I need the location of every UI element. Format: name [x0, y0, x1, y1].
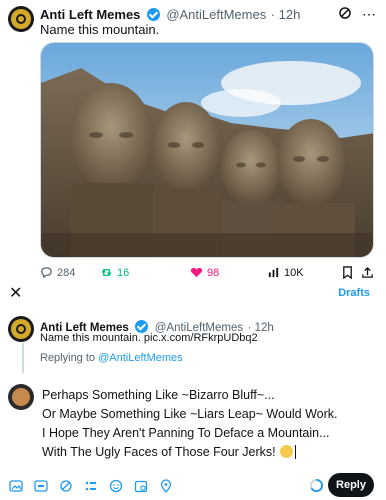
replying-to: Replying to @AntiLeftMemes [40, 352, 183, 364]
reply-line-1: Perhaps Something Like ~Bizarro Bluff~..… [42, 388, 275, 402]
replying-handle-link[interactable]: @AntiLeftMemes [98, 352, 183, 364]
thread-line [22, 343, 24, 373]
compose-toolbar [8, 478, 174, 494]
bookmark-icon [343, 266, 352, 279]
location-icon[interactable] [158, 478, 174, 494]
views-count: 10K [284, 266, 304, 279]
replying-prefix: Replying to [40, 352, 96, 364]
author-handle[interactable]: @AntiLeftMemes [166, 7, 266, 22]
author-name[interactable]: Anti Left Memes [40, 7, 140, 22]
tweet-text: Name this mountain. [40, 22, 160, 37]
like-count: 98 [207, 266, 220, 279]
schedule-icon[interactable] [133, 478, 149, 494]
retweet-action[interactable]: 16 [100, 266, 129, 279]
my-avatar[interactable] [8, 384, 34, 410]
grok-icon[interactable] [58, 478, 74, 494]
tweet-time[interactable]: · 12h [271, 7, 301, 22]
reply-line-2: Or Maybe Something Like ~Liars Leap~ Wou… [42, 407, 338, 421]
retweet-count: 16 [117, 266, 130, 279]
views-action[interactable]: 10K [267, 266, 304, 279]
heart-icon [190, 267, 203, 278]
retweet-icon [101, 269, 112, 276]
grok-icon[interactable] [338, 6, 352, 23]
reply-count: 284 [57, 266, 76, 279]
emoji-icon[interactable] [108, 478, 124, 494]
like-action[interactable]: 98 [190, 266, 219, 279]
poll-icon[interactable] [83, 478, 99, 494]
quoted-author-avatar [8, 316, 34, 342]
reply-action[interactable]: 284 [40, 266, 75, 279]
reply-line-3: I Hope They Aren't Panning To Deface a M… [42, 426, 330, 440]
quoted-text: Name this mountain. pic.x.com/RFkrpUDbq2 [40, 332, 258, 344]
drafts-button[interactable]: Drafts [338, 287, 370, 299]
character-progress-icon [309, 478, 324, 493]
tweet-actions: 284 16 98 10K [40, 266, 376, 282]
tweet-media-image[interactable] [40, 42, 374, 258]
reply-textarea[interactable]: Perhaps Something Like ~Bizarro Bluff~..… [42, 386, 372, 462]
close-icon: ✕ [9, 285, 23, 302]
image-icon[interactable] [8, 478, 24, 494]
share-button[interactable] [361, 266, 374, 279]
tweet-top-actions: ⋯ [338, 6, 376, 23]
bookmark-button[interactable] [341, 266, 354, 279]
share-icon [362, 266, 373, 278]
close-button[interactable]: ✕ [9, 283, 22, 303]
grinning-emoji-icon [279, 445, 293, 458]
author-avatar[interactable] [8, 6, 34, 32]
reply-line-4: With The Ugly Faces of Those Four Jerks! [42, 445, 276, 459]
reply-icon [41, 267, 52, 279]
views-icon [268, 267, 279, 278]
reply-button[interactable]: Reply [328, 473, 374, 497]
verified-badge-icon [146, 8, 160, 21]
text-caret [294, 445, 296, 459]
more-icon[interactable]: ⋯ [362, 6, 376, 23]
gif-icon[interactable] [33, 478, 49, 494]
